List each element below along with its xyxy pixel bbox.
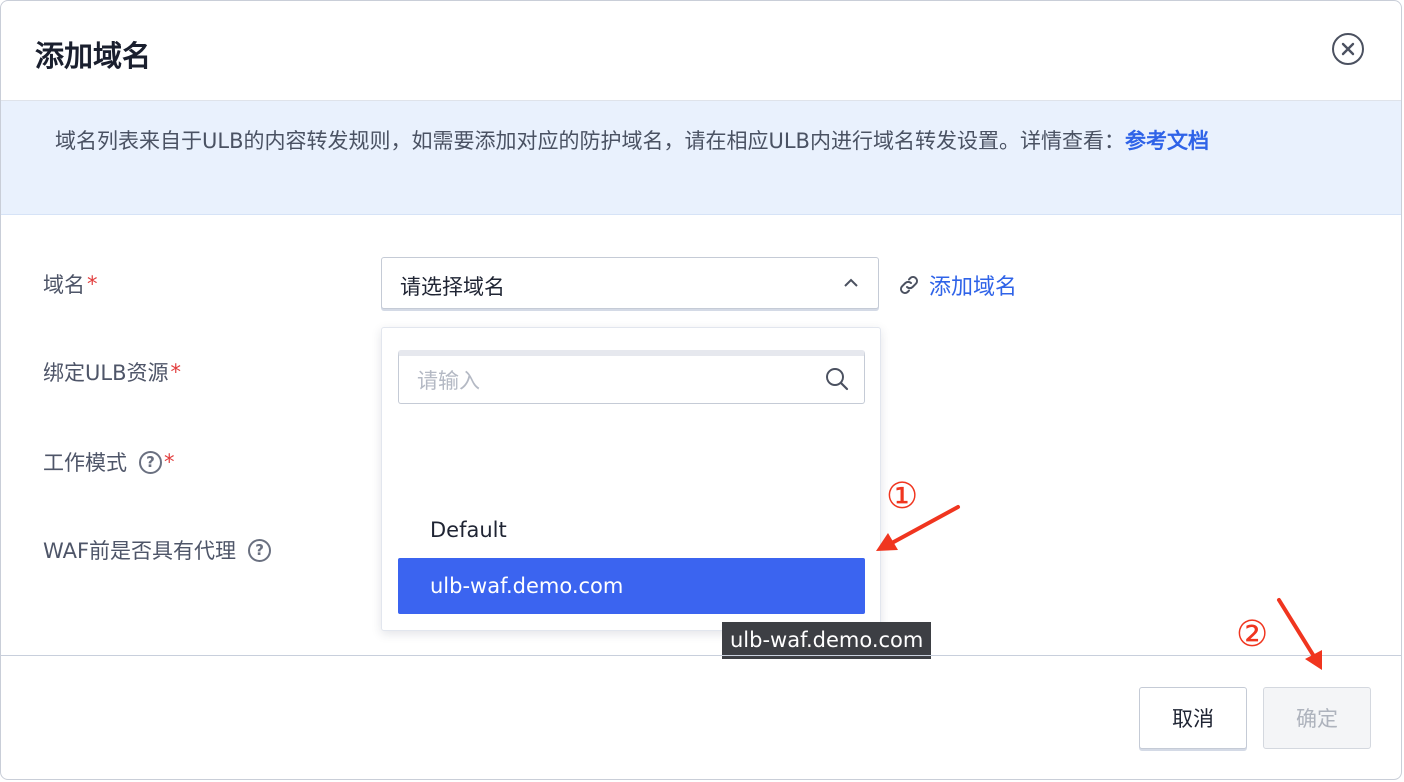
add-domain-link[interactable]: 添加域名 (897, 269, 1017, 301)
ulb-resource-label: 绑定ULB资源 * (43, 360, 181, 385)
domain-label: 域名 * (43, 272, 98, 297)
dropdown-option-selected[interactable]: ulb-waf.demo.com (398, 558, 865, 614)
help-icon[interactable]: ? (139, 450, 162, 474)
domain-select[interactable]: 请选择域名 (381, 257, 879, 309)
dropdown-search (398, 350, 865, 404)
annotation-step-1: ① (886, 476, 919, 517)
cancel-button[interactable]: 取消 (1139, 687, 1247, 749)
search-icon[interactable] (824, 366, 850, 392)
help-icon[interactable]: ? (248, 538, 272, 562)
link-icon (900, 276, 918, 294)
close-icon (1341, 42, 1355, 56)
dialog-header: 添加域名 (1, 1, 1401, 101)
notice-text: 域名列表来自于ULB的内容转发规则，如需要添加对应的防护域名，请在相应ULB内进… (55, 129, 1125, 153)
dropdown-option[interactable]: Default (398, 502, 865, 558)
proxy-label: WAF前是否具有代理 ? (43, 535, 272, 565)
required-mark: * (164, 450, 175, 474)
close-button[interactable] (1332, 33, 1364, 65)
domain-dropdown: Default ulb-waf.demo.com (381, 327, 881, 631)
annotation-step-2: ② (1236, 614, 1269, 655)
add-domain-dialog: 添加域名 域名列表来自于ULB的内容转发规则，如需要添加对应的防护域名，请在相应… (0, 0, 1402, 780)
required-mark: * (170, 360, 181, 384)
dialog-title: 添加域名 (35, 39, 152, 73)
info-notice: 域名列表来自于ULB的内容转发规则，如需要添加对应的防护域名，请在相应ULB内进… (1, 101, 1401, 215)
search-input[interactable] (415, 366, 809, 396)
work-mode-label: 工作模式 ? * (43, 450, 175, 475)
confirm-button[interactable]: 确定 (1263, 687, 1371, 749)
reference-doc-link[interactable]: 参考文档 (1125, 129, 1209, 153)
chevron-up-icon (844, 278, 858, 287)
required-mark: * (87, 272, 98, 296)
option-tooltip: ulb-waf.demo.com (722, 622, 932, 659)
domain-select-value: 请选择域名 (400, 275, 505, 299)
add-domain-label: 添加域名 (929, 275, 1018, 300)
footer-divider (1, 655, 1401, 656)
